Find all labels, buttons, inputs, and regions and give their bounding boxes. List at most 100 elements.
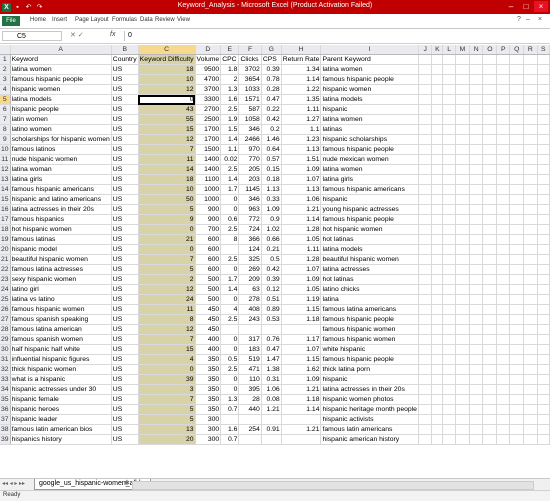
cell[interactable]: [509, 74, 525, 85]
cell[interactable]: hot hispanic women: [10, 224, 112, 235]
cell[interactable]: [496, 344, 511, 355]
header-cell[interactable]: Keyword Difficulty: [138, 54, 196, 65]
cell[interactable]: [455, 244, 470, 255]
cell[interactable]: 1.28: [281, 224, 322, 235]
cell[interactable]: 1000: [195, 194, 222, 205]
cell[interactable]: hispanic activists: [320, 414, 419, 425]
cell[interactable]: [455, 344, 470, 355]
cell[interactable]: 0.42: [261, 264, 282, 275]
cell[interactable]: [431, 194, 444, 205]
cell[interactable]: [496, 424, 511, 435]
cell[interactable]: [496, 324, 511, 335]
cell[interactable]: 1.1: [220, 144, 240, 155]
cell[interactable]: [523, 64, 538, 75]
cell[interactable]: [509, 64, 525, 75]
cell[interactable]: [455, 234, 470, 245]
cell[interactable]: nude mexican women: [320, 154, 419, 165]
cell[interactable]: [455, 64, 470, 75]
cell[interactable]: [431, 284, 444, 295]
cell[interactable]: famous latinas: [10, 234, 112, 245]
cell[interactable]: influential hispanic figures: [10, 354, 112, 365]
cell[interactable]: [220, 324, 240, 335]
cell[interactable]: 1.15: [281, 304, 322, 315]
cell[interactable]: [431, 244, 444, 255]
column-header[interactable]: Q: [509, 45, 525, 55]
cell[interactable]: 0.12: [261, 284, 282, 295]
cell[interactable]: [418, 174, 433, 185]
cell[interactable]: latina actresses: [320, 264, 419, 275]
name-box[interactable]: C5: [2, 31, 62, 41]
row-header[interactable]: 6: [0, 104, 11, 115]
cell[interactable]: [496, 374, 511, 385]
cell[interactable]: 0.22: [261, 104, 282, 115]
cell[interactable]: [537, 154, 550, 165]
cell[interactable]: 0: [220, 374, 240, 385]
cell[interactable]: 0.15: [261, 164, 282, 175]
row-header[interactable]: 18: [0, 224, 11, 235]
cell[interactable]: US: [111, 154, 139, 165]
cell[interactable]: hot latinas: [320, 274, 419, 285]
cell[interactable]: latina: [320, 294, 419, 305]
cell[interactable]: [496, 334, 511, 345]
cell[interactable]: [509, 84, 525, 95]
cell[interactable]: 7: [138, 394, 196, 405]
row-header[interactable]: 22: [0, 264, 11, 275]
cell[interactable]: 1.4: [220, 284, 240, 295]
cell[interactable]: [455, 194, 470, 205]
cell[interactable]: [442, 154, 457, 165]
cell[interactable]: US: [111, 224, 139, 235]
cell[interactable]: [442, 344, 457, 355]
cell[interactable]: hot hispanic women: [320, 224, 419, 235]
cell[interactable]: [496, 134, 511, 145]
cell[interactable]: [455, 184, 470, 195]
cell[interactable]: famous hispanic people: [320, 214, 419, 225]
cell[interactable]: young hispanic actresses: [320, 204, 419, 215]
cell[interactable]: [496, 254, 511, 265]
cell[interactable]: [431, 114, 444, 125]
cell[interactable]: [496, 224, 511, 235]
cell[interactable]: [431, 134, 444, 145]
cell[interactable]: [455, 254, 470, 265]
cell[interactable]: hispanic leader: [10, 414, 112, 425]
cell[interactable]: [431, 54, 444, 65]
cell[interactable]: famous latinos: [10, 144, 112, 155]
cell[interactable]: [431, 174, 444, 185]
cell[interactable]: [496, 264, 511, 275]
cell[interactable]: [455, 434, 470, 445]
cell[interactable]: [482, 324, 498, 335]
cell[interactable]: 0: [220, 384, 240, 395]
cell[interactable]: 1.34: [281, 64, 322, 75]
cell[interactable]: 243: [238, 314, 262, 325]
cell[interactable]: [482, 224, 498, 235]
cell[interactable]: 205: [238, 164, 262, 175]
cell[interactable]: [523, 234, 538, 245]
cell[interactable]: [482, 204, 498, 215]
cell[interactable]: [509, 144, 525, 155]
row-header[interactable]: 10: [0, 144, 11, 155]
cell[interactable]: 28: [238, 394, 262, 405]
cell[interactable]: [537, 174, 550, 185]
cell[interactable]: [455, 174, 470, 185]
column-header[interactable]: F: [238, 45, 262, 55]
row-header[interactable]: 2: [0, 64, 11, 75]
row-header[interactable]: 20: [0, 244, 11, 255]
cell[interactable]: [496, 294, 511, 305]
cell[interactable]: [523, 374, 538, 385]
cell[interactable]: [537, 124, 550, 135]
cell[interactable]: [431, 324, 444, 335]
cell[interactable]: [220, 244, 240, 255]
cell[interactable]: [455, 214, 470, 225]
cell[interactable]: [482, 354, 498, 365]
cell[interactable]: US: [111, 184, 139, 195]
cell[interactable]: 18: [138, 174, 196, 185]
cell[interactable]: [509, 304, 525, 315]
cell[interactable]: [442, 204, 457, 215]
cell[interactable]: [537, 104, 550, 115]
cell[interactable]: 1.7: [220, 274, 240, 285]
cell[interactable]: [537, 254, 550, 265]
column-header[interactable]: S: [537, 45, 550, 55]
cell[interactable]: [469, 404, 484, 415]
cell[interactable]: 317: [238, 334, 262, 345]
cell[interactable]: 1.07: [281, 264, 322, 275]
cell[interactable]: [469, 304, 484, 315]
